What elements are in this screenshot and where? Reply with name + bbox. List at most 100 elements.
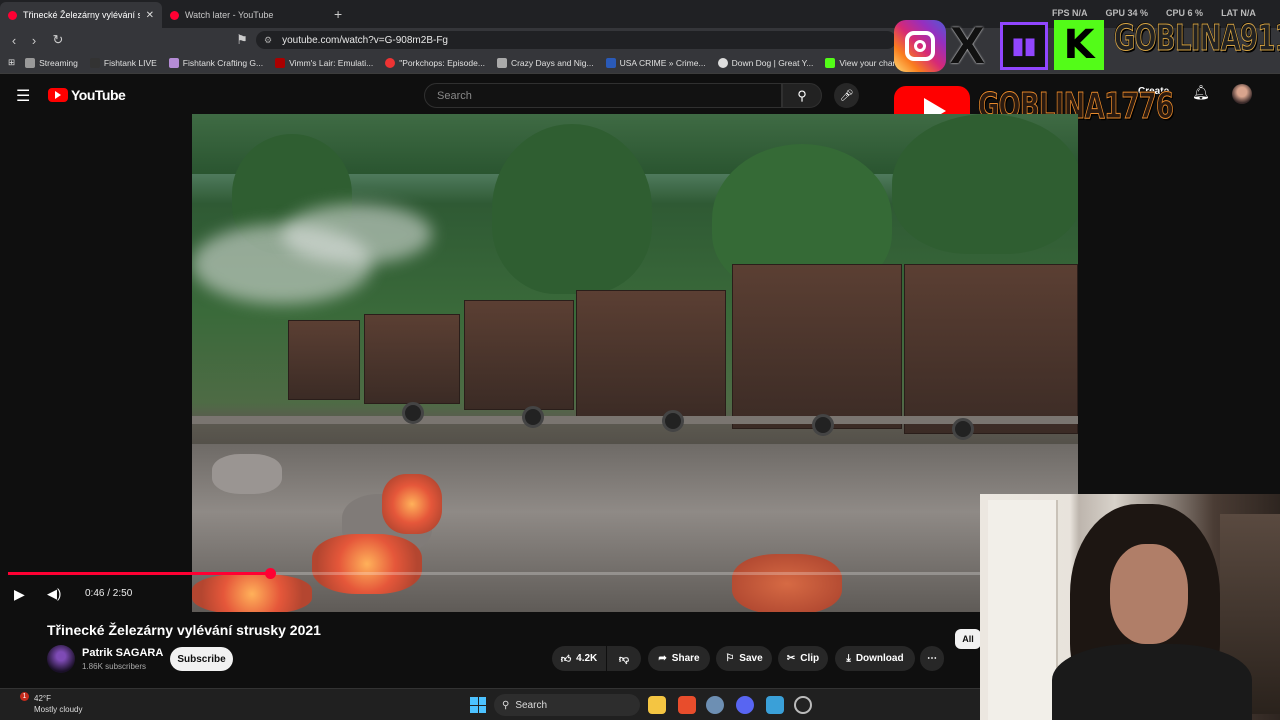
- scissors-icon: ✂: [786, 653, 796, 664]
- channel-avatar[interactable]: [47, 645, 75, 673]
- time-display: 0:46 / 2:50: [85, 588, 133, 599]
- thumbs-down-icon: 👎︎: [618, 653, 630, 665]
- fishtank-icon: [168, 57, 179, 68]
- url-field[interactable]: ⚙ youtube.com/watch?v=G-908m2B-Fg: [256, 31, 896, 49]
- bookmark-fishtank-live[interactable]: Fishtank LIVE: [89, 57, 157, 68]
- bookmark-down-dog[interactable]: Down Dog | Great Y...: [717, 57, 813, 68]
- reload-icon[interactable]: ↻: [48, 32, 68, 48]
- download-button[interactable]: ⤓ Download: [835, 646, 915, 671]
- microphone-icon[interactable]: 🎤︎: [834, 83, 859, 108]
- subscriber-count: 1.86K subscribers: [82, 662, 147, 671]
- subscribe-button[interactable]: Subscribe: [170, 647, 233, 671]
- bookmark-crazy-days[interactable]: Crazy Days and Nig...: [496, 57, 594, 68]
- apps-icon[interactable]: ⊞: [8, 57, 15, 68]
- discord-icon[interactable]: [736, 696, 754, 714]
- smoke: [282, 204, 432, 264]
- molten-slag: [732, 554, 842, 612]
- youtube-logo[interactable]: YouTube: [48, 87, 126, 103]
- page-icon: [496, 57, 507, 68]
- bookmark-streaming[interactable]: Streaming: [25, 57, 78, 68]
- slag-car: [732, 264, 902, 429]
- search-input[interactable]: Search: [424, 83, 782, 108]
- settings-icon[interactable]: [706, 696, 724, 714]
- wheel: [662, 410, 684, 432]
- notification-badge: 1: [20, 692, 29, 701]
- weather-condition: Mostly cloudy: [34, 705, 83, 714]
- lat-readout: LAT N/A: [1221, 8, 1256, 18]
- dislike-button[interactable]: 👎︎: [607, 646, 641, 671]
- file-explorer-icon[interactable]: [648, 696, 666, 714]
- twitch-icon: ▮▮: [1000, 22, 1048, 70]
- perf-stats: FPS N/A GPU 34 % CPU 6 % LAT N/A: [1052, 8, 1256, 18]
- slag-rock: [212, 454, 282, 494]
- x-icon: X: [950, 17, 985, 75]
- download-icon: ⤓: [846, 653, 851, 664]
- scrubber-handle[interactable]: [265, 568, 276, 579]
- handle-goblina911: GOBLINA911: [1114, 18, 1280, 60]
- channel-name[interactable]: Patrik SAGARA: [82, 647, 163, 659]
- tab-watch-later[interactable]: Watch later - YouTube: [162, 2, 322, 28]
- bookmark-icon: ⚐: [725, 653, 735, 664]
- notepad-icon[interactable]: [766, 696, 784, 714]
- site-icon: [717, 57, 728, 68]
- wheel: [402, 402, 424, 424]
- wheel: [952, 418, 974, 440]
- like-button[interactable]: 👍︎ 4.2K: [552, 646, 606, 671]
- new-tab-icon[interactable]: +: [334, 6, 342, 22]
- door: [988, 500, 1058, 720]
- tab-video[interactable]: Třinecké Železárny vylévání strusky 2021…: [0, 2, 162, 28]
- youtube-favicon-icon: [170, 10, 179, 20]
- bookmark-porkchops[interactable]: "Porkchops: Episode...: [385, 57, 485, 68]
- avatar[interactable]: [1232, 84, 1252, 104]
- progress-fill: [8, 572, 270, 575]
- tab-label: Watch later - YouTube: [185, 10, 274, 20]
- streamer-shirt: [1052, 644, 1252, 720]
- thumbs-up-icon: 👍︎: [560, 653, 572, 665]
- video-player[interactable]: [192, 114, 1078, 612]
- brave-browser-icon[interactable]: [678, 696, 696, 714]
- taskbar-search[interactable]: ⚲ Search: [494, 694, 640, 716]
- site-info-icon[interactable]: ⚙: [264, 35, 272, 46]
- chip-all[interactable]: All: [955, 629, 981, 649]
- molten-slag: [192, 574, 312, 612]
- rail: [192, 416, 1078, 424]
- more-actions-button[interactable]: ⋯: [920, 646, 944, 671]
- weather-widget[interactable]: 1 42°F Mostly cloudy: [12, 692, 83, 715]
- molten-slag: [312, 534, 422, 594]
- windows-start-icon[interactable]: [470, 697, 486, 713]
- tree: [892, 114, 1078, 254]
- slag-car: [288, 320, 360, 400]
- webcam-feed: [980, 494, 1280, 720]
- video-title: Třinecké Železárny vylévání strusky 2021: [47, 622, 321, 638]
- close-icon[interactable]: ✕: [146, 10, 154, 21]
- bookmark-usa-crime[interactable]: USA CRIME » Crime...: [605, 57, 706, 68]
- notifications-icon[interactable]: 🔔︎: [1192, 84, 1210, 101]
- search-icon: ⚲: [502, 699, 510, 711]
- fps-readout: FPS N/A: [1052, 8, 1088, 18]
- tree: [492, 124, 652, 294]
- menu-icon[interactable]: ☰: [16, 86, 30, 106]
- volume-icon[interactable]: ◀): [47, 586, 61, 602]
- bookmark-fishtank-crafting[interactable]: Fishtank Crafting G...: [168, 57, 263, 68]
- bookmark-icon[interactable]: ⚑: [232, 32, 252, 48]
- slag-car: [576, 290, 726, 420]
- obs-icon[interactable]: [794, 696, 812, 714]
- youtube-favicon-icon: [8, 10, 17, 20]
- vimm-icon: [275, 57, 286, 68]
- kick-icon: [825, 57, 836, 68]
- streamer-face: [1110, 544, 1188, 644]
- share-button[interactable]: ➦ Share: [648, 646, 710, 671]
- cpu-readout: CPU 6 %: [1166, 8, 1204, 18]
- wheel: [522, 406, 544, 428]
- save-button[interactable]: ⚐ Save: [716, 646, 772, 671]
- bookmark-vimms-lair[interactable]: Vimm's Lair: Emulati...: [275, 57, 373, 68]
- slag-car: [464, 300, 574, 410]
- gpu-readout: GPU 34 %: [1105, 8, 1149, 18]
- play-icon[interactable]: ▶: [14, 586, 25, 603]
- forward-icon[interactable]: ›: [24, 33, 44, 48]
- clip-button[interactable]: ✂ Clip: [778, 646, 828, 671]
- youtube-play-icon: [48, 88, 68, 102]
- search-icon[interactable]: ⚲: [782, 83, 822, 108]
- tab-label: Třinecké Železárny vylévání strusky 2021: [23, 10, 140, 20]
- back-icon[interactable]: ‹: [4, 33, 24, 48]
